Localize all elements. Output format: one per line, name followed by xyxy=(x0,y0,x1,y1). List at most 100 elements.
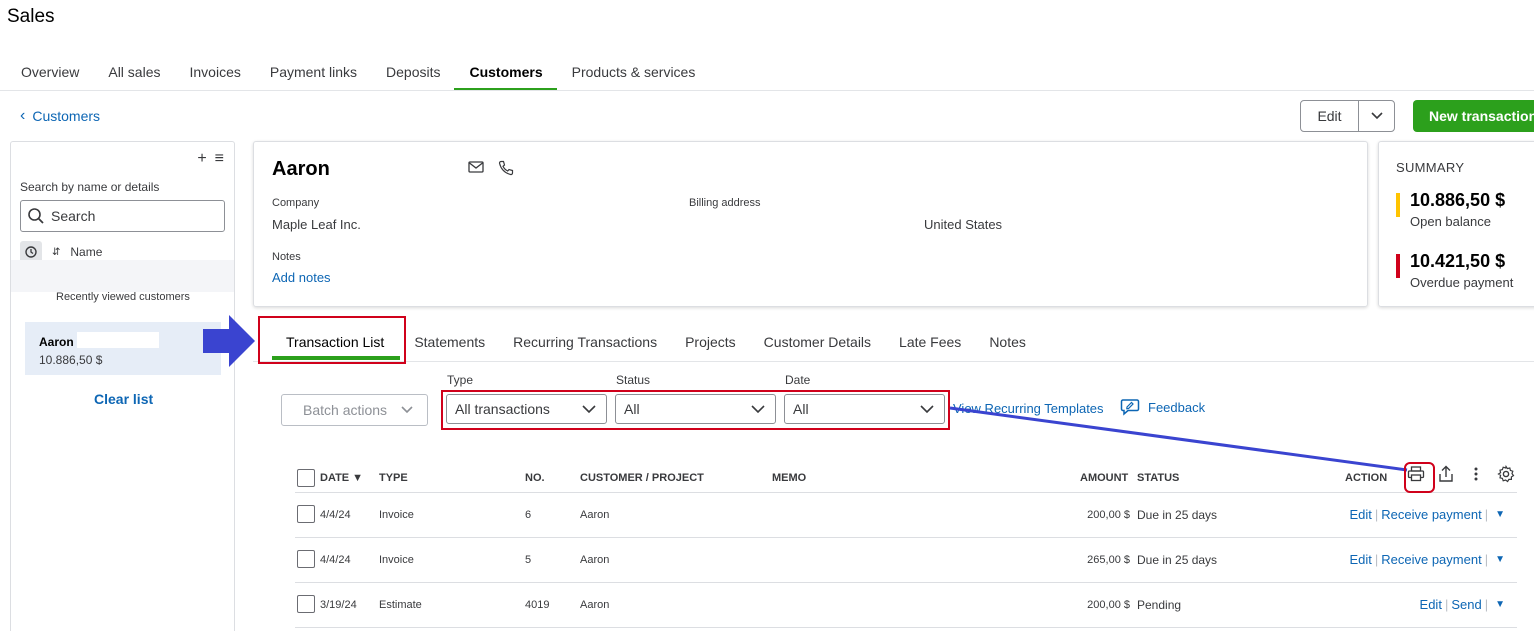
tab-all-sales[interactable]: All sales xyxy=(93,56,174,91)
back-to-customers-link[interactable]: ‹ Customers xyxy=(20,107,100,125)
col-type[interactable]: TYPE xyxy=(379,472,408,484)
list-menu-icon[interactable]: ≡ xyxy=(215,150,224,168)
row-actions: Edit | Send | ▼ xyxy=(1419,597,1505,612)
row-checkbox[interactable] xyxy=(297,505,315,523)
tab-products-services[interactable]: Products & services xyxy=(557,56,710,91)
sort-label[interactable]: Name xyxy=(70,245,102,259)
edit-link[interactable]: Edit xyxy=(1349,552,1371,567)
send-link[interactable]: Send xyxy=(1451,597,1481,612)
row-type: Invoice xyxy=(379,554,414,566)
edit-dropdown-button[interactable] xyxy=(1359,101,1394,131)
sort-icon[interactable]: ⇵ xyxy=(52,247,60,258)
chevron-down-icon xyxy=(1370,112,1383,120)
col-date[interactable]: DATE ▼ xyxy=(320,472,363,484)
row-date: 4/4/24 xyxy=(320,509,351,521)
overdue-item[interactable]: 10.421,50 $ Overdue payment xyxy=(1396,251,1513,290)
row-actions: Edit | Receive payment | ▼ xyxy=(1349,552,1505,567)
overdue-bar xyxy=(1396,254,1400,278)
customer-name: Aaron xyxy=(272,158,330,180)
edit-link[interactable]: Edit xyxy=(1349,507,1371,522)
add-icon[interactable]: + xyxy=(197,150,206,168)
feedback-link[interactable]: Feedback xyxy=(1120,398,1205,416)
sub-tabs-divider xyxy=(253,361,1534,362)
col-status[interactable]: STATUS xyxy=(1137,472,1179,484)
tab-statements[interactable]: Statements xyxy=(400,322,499,360)
edit-link[interactable]: Edit xyxy=(1420,597,1442,612)
row-actions: Edit | Receive payment | ▼ xyxy=(1349,507,1505,522)
batch-actions-dropdown[interactable]: Batch actions xyxy=(281,394,428,426)
sidebar-tools: + ≡ xyxy=(197,150,224,168)
tab-overview[interactable]: Overview xyxy=(6,56,93,91)
annotation-highlight-tab xyxy=(258,316,406,364)
recent-customer-item[interactable]: Aaron 10.886,50 $ xyxy=(25,322,221,375)
gear-icon[interactable] xyxy=(1495,463,1517,485)
tab-notes[interactable]: Notes xyxy=(975,322,1040,360)
open-balance-label: Open balance xyxy=(1410,214,1491,229)
col-amount[interactable]: AMOUNT xyxy=(1080,472,1128,484)
tab-customers[interactable]: Customers xyxy=(454,56,557,91)
receive-payment-link[interactable]: Receive payment xyxy=(1381,507,1481,522)
col-customer-project[interactable]: CUSTOMER / PROJECT xyxy=(580,472,704,484)
chevron-left-icon: ‹ xyxy=(20,107,26,124)
new-transaction-button[interactable]: New transaction xyxy=(1413,100,1534,132)
edit-split-button: Edit xyxy=(1300,100,1395,132)
row-type: Invoice xyxy=(379,509,414,521)
table-row[interactable]: 3/19/24 Estimate 4019 Aaron 200,00 $ Pen… xyxy=(295,583,1517,628)
row-amount: 200,00 $ xyxy=(1087,509,1130,521)
caret-down-icon[interactable]: ▼ xyxy=(1495,509,1505,520)
tab-deposits[interactable]: Deposits xyxy=(371,56,454,91)
clear-list-link[interactable]: Clear list xyxy=(94,391,153,407)
recent-customer-name: Aaron xyxy=(39,332,159,349)
more-options-icon[interactable] xyxy=(1465,463,1487,485)
tab-payment-links[interactable]: Payment links xyxy=(255,56,371,91)
edit-button[interactable]: Edit xyxy=(1301,101,1359,131)
row-status: Due in 25 days xyxy=(1137,553,1218,567)
col-no[interactable]: NO. xyxy=(525,472,545,484)
open-balance-item[interactable]: 10.886,50 $ Open balance xyxy=(1396,190,1505,229)
row-status: Pending xyxy=(1137,598,1182,612)
phone-icon[interactable] xyxy=(498,160,514,176)
billing-address-label: Billing address xyxy=(689,197,761,209)
export-icon[interactable] xyxy=(1435,463,1457,485)
date-filter-label: Date xyxy=(785,373,811,387)
row-no: 5 xyxy=(525,554,532,566)
row-date: 3/19/24 xyxy=(320,599,357,611)
row-checkbox[interactable] xyxy=(297,550,315,568)
contact-icons xyxy=(468,160,514,176)
view-recurring-templates-link[interactable]: View Recurring Templates xyxy=(953,401,1104,416)
row-date: 4/4/24 xyxy=(320,554,351,566)
search-label: Search by name or details xyxy=(20,180,160,194)
tab-late-fees[interactable]: Late Fees xyxy=(885,322,975,360)
tab-customer-details[interactable]: Customer Details xyxy=(750,322,885,360)
add-notes-link[interactable]: Add notes xyxy=(272,270,331,285)
tab-recurring-transactions[interactable]: Recurring Transactions xyxy=(499,322,671,360)
mail-icon[interactable] xyxy=(468,160,484,174)
overdue-label: Overdue payment xyxy=(1410,275,1514,290)
table-row[interactable]: 4/4/24 Invoice 6 Aaron 200,00 $ Due in 2… xyxy=(295,493,1517,538)
caret-down-icon[interactable]: ▼ xyxy=(1495,554,1505,565)
summary-title: SUMMARY xyxy=(1396,160,1465,175)
receive-payment-link[interactable]: Receive payment xyxy=(1381,552,1481,567)
annotation-highlight-print xyxy=(1404,462,1435,493)
select-all-checkbox[interactable] xyxy=(297,469,315,487)
feedback-label: Feedback xyxy=(1148,399,1206,415)
tab-invoices[interactable]: Invoices xyxy=(175,56,255,91)
chevron-down-icon xyxy=(401,406,413,414)
recent-header-band xyxy=(11,260,234,292)
row-customer: Aaron xyxy=(580,599,610,611)
table-row[interactable]: 4/4/24 Invoice 5 Aaron 265,00 $ Due in 2… xyxy=(295,538,1517,583)
row-amount: 200,00 $ xyxy=(1087,599,1130,611)
row-checkbox[interactable] xyxy=(297,595,315,613)
back-link-label: Customers xyxy=(32,108,101,124)
company-value: Maple Leaf Inc. xyxy=(272,217,361,232)
search-input[interactable] xyxy=(51,208,211,224)
tab-projects[interactable]: Projects xyxy=(671,322,750,360)
company-label: Company xyxy=(272,197,320,209)
col-memo[interactable]: MEMO xyxy=(772,472,806,484)
notes-label: Notes xyxy=(272,251,301,263)
caret-down-icon[interactable]: ▼ xyxy=(1495,599,1505,610)
open-balance-amount: 10.886,50 $ xyxy=(1410,190,1506,210)
customer-sidebar: + ≡ Search by name or details ⇵ Name Rec… xyxy=(10,141,235,631)
row-no: 6 xyxy=(525,509,532,521)
search-icon xyxy=(28,208,44,224)
